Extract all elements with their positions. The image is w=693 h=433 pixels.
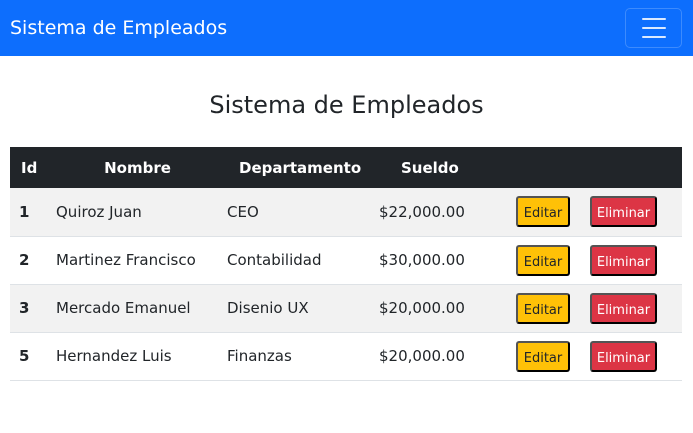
cell-sueldo: $20,000.00 bbox=[379, 284, 508, 333]
cell-actions: Editar Eliminar bbox=[508, 284, 682, 333]
cell-sueldo: $22,000.00 bbox=[379, 188, 508, 237]
table-row: 3 Mercado Emanuel Disenio UX $20,000.00 … bbox=[10, 284, 682, 333]
cell-id: 1 bbox=[10, 188, 48, 237]
cell-id: 5 bbox=[10, 332, 48, 381]
cell-id: 2 bbox=[10, 236, 48, 285]
column-header-nombre: Nombre bbox=[48, 147, 227, 188]
edit-button[interactable]: Editar bbox=[516, 340, 570, 372]
cell-departamento: Finanzas bbox=[227, 332, 379, 381]
edit-button[interactable]: Editar bbox=[516, 244, 570, 276]
cell-actions: Editar Eliminar bbox=[508, 332, 682, 381]
table-header-row: Id Nombre Departamento Sueldo bbox=[10, 147, 682, 188]
column-header-departamento: Departamento bbox=[227, 147, 379, 188]
page-title: Sistema de Empleados bbox=[209, 91, 484, 119]
employees-table: Id Nombre Departamento Sueldo 1 Quiroz J… bbox=[10, 147, 682, 381]
table-row: 1 Quiroz Juan CEO $22,000.00 Editar Elimi… bbox=[10, 188, 682, 237]
edit-button[interactable]: Editar bbox=[516, 292, 570, 324]
hamburger-menu-icon bbox=[641, 36, 666, 38]
cell-id: 3 bbox=[10, 284, 48, 333]
cell-nombre: Hernandez Luis bbox=[48, 332, 227, 381]
edit-button[interactable]: Editar bbox=[516, 196, 570, 228]
cell-sueldo: $20,000.00 bbox=[379, 332, 508, 381]
cell-sueldo: $30,000.00 bbox=[379, 236, 508, 285]
table-row: 5 Hernandez Luis Finanzas $20,000.00 Edi… bbox=[10, 332, 682, 381]
cell-actions: Editar Eliminar bbox=[508, 236, 682, 285]
hamburger-menu-icon bbox=[641, 27, 666, 29]
navbar: Sistema de Empleados bbox=[0, 0, 693, 56]
cell-actions: Editar Eliminar bbox=[508, 188, 682, 237]
navbar-toggler-button[interactable] bbox=[625, 8, 682, 48]
hamburger-menu-icon bbox=[641, 18, 666, 20]
cell-nombre: Martinez Francisco bbox=[48, 236, 227, 285]
column-header-sueldo: Sueldo bbox=[379, 147, 508, 188]
cell-nombre: Quiroz Juan bbox=[48, 188, 227, 237]
delete-button[interactable]: Eliminar bbox=[590, 292, 657, 324]
column-header-id: Id bbox=[10, 147, 48, 188]
cell-departamento: Disenio UX bbox=[227, 284, 379, 333]
cell-departamento: CEO bbox=[227, 188, 379, 237]
delete-button[interactable]: Eliminar bbox=[590, 340, 657, 372]
cell-nombre: Mercado Emanuel bbox=[48, 284, 227, 333]
column-header-actions bbox=[508, 147, 682, 188]
table-row: 2 Martinez Francisco Contabilidad $30,00… bbox=[10, 236, 682, 285]
delete-button[interactable]: Eliminar bbox=[590, 244, 657, 276]
cell-departamento: Contabilidad bbox=[227, 236, 379, 285]
delete-button[interactable]: Eliminar bbox=[590, 196, 657, 228]
navbar-brand[interactable]: Sistema de Empleados bbox=[10, 17, 227, 39]
